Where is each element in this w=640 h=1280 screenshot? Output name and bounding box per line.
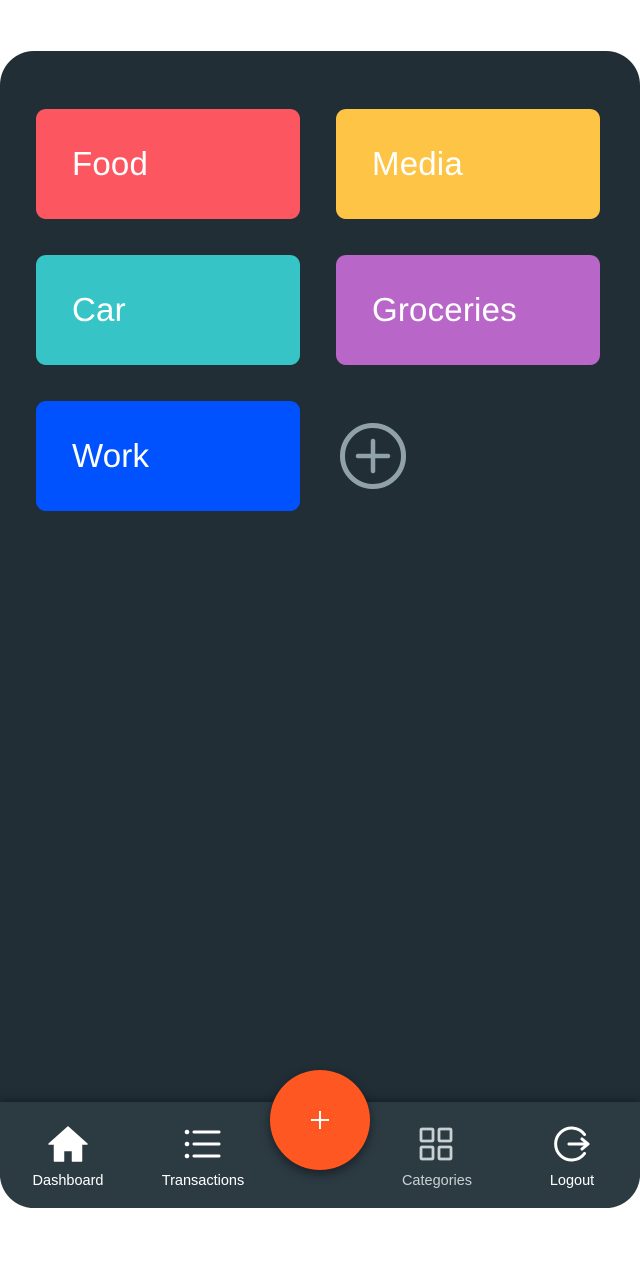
plus-circle-icon[interactable]: [338, 421, 408, 491]
category-label: Groceries: [372, 291, 517, 328]
category-grid: Food Media Car Groceries Work: [36, 109, 600, 511]
nav-item-transactions[interactable]: Transactions: [153, 1102, 253, 1208]
nav-label: Logout: [549, 1173, 595, 1189]
nav-item-categories[interactable]: Categories: [392, 1102, 482, 1208]
grid-icon: [419, 1127, 453, 1161]
nav-label: Categories: [401, 1173, 473, 1189]
category-label: Work: [72, 437, 150, 474]
nav-item-logout[interactable]: Logout: [532, 1102, 612, 1208]
category-tile-media[interactable]: Media: [336, 109, 600, 219]
category-label: Food: [72, 145, 149, 182]
logout-icon: [554, 1126, 590, 1162]
nav-item-dashboard[interactable]: Dashboard: [22, 1102, 114, 1208]
add-transaction-fab[interactable]: [270, 1070, 370, 1170]
app-screen: Food Media Car Groceries Work Dashboard: [0, 51, 640, 1208]
list-icon: [184, 1129, 221, 1159]
category-tile-work[interactable]: Work: [36, 401, 300, 511]
nav-label: Dashboard: [32, 1173, 104, 1189]
category-label: Car: [72, 291, 126, 328]
plus-icon: [311, 1111, 329, 1129]
category-tile-groceries[interactable]: Groceries: [336, 255, 600, 365]
category-label: Media: [372, 145, 463, 182]
category-tile-car[interactable]: Car: [36, 255, 300, 365]
nav-label: Transactions: [161, 1173, 245, 1189]
add-category-cell: [336, 401, 600, 511]
home-icon: [48, 1126, 88, 1162]
category-tile-food[interactable]: Food: [36, 109, 300, 219]
